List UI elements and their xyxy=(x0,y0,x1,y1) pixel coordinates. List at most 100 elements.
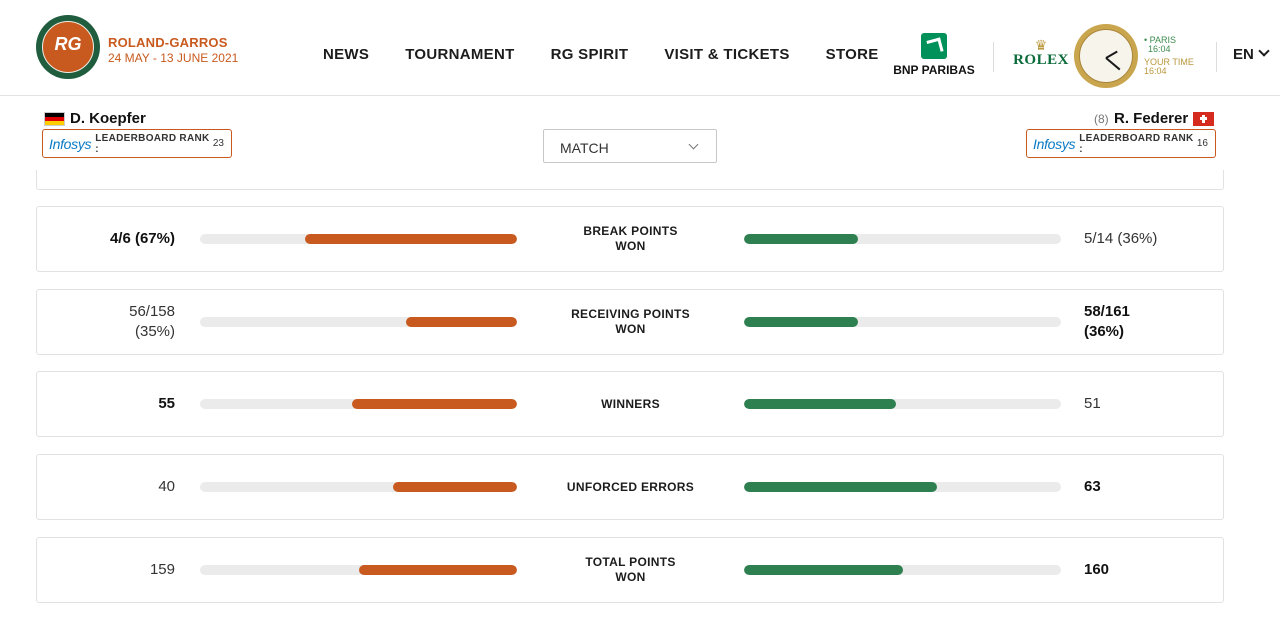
stat-left-bar xyxy=(200,482,517,492)
stat-left-value: 56/158 (35%) xyxy=(129,290,175,354)
chevron-down-icon[interactable] xyxy=(1258,45,1270,57)
clock-hand-minute xyxy=(1105,57,1121,71)
stat-left-value-text: 40 xyxy=(158,478,175,495)
stat-right-value-sub: (36%) xyxy=(1084,323,1125,340)
rolex-clock xyxy=(1074,24,1138,88)
stat-label-line: WON xyxy=(615,239,646,253)
stat-row: 4/6 (67%) BREAK POINTS WON 5/14 (36%) xyxy=(36,206,1224,272)
bnp-sponsor-name: BNP PARIBAS xyxy=(893,63,975,77)
stat-right-bar xyxy=(744,399,1061,409)
stat-row: 40 UNFORCED ERRORS 63 xyxy=(36,454,1224,520)
infosys-logo: Infosys xyxy=(49,135,92,152)
stat-right-bar-fill xyxy=(744,399,897,409)
language-selector[interactable]: EN xyxy=(1233,46,1254,63)
bnp-logo-icon xyxy=(921,33,947,59)
stat-left-bar-fill xyxy=(304,234,517,244)
player-right-name[interactable]: R. Federer xyxy=(1114,110,1188,127)
stat-right-value: 5/14 (36%) xyxy=(1084,207,1157,271)
stat-label-line: WON xyxy=(615,322,646,336)
stat-left-value-sub: (35%) xyxy=(134,323,175,340)
bnp-paribas-sponsor[interactable]: BNP PARIBAS xyxy=(888,33,980,77)
stat-label: WINNERS xyxy=(557,372,704,436)
stat-right-value-text: 5/14 (36%) xyxy=(1084,230,1158,247)
crown-icon: ♛ xyxy=(1034,37,1048,53)
player-right-rank-badge: Infosys LEADERBOARD RANK : 16 xyxy=(1026,129,1216,158)
rank-value: 23 xyxy=(212,138,224,149)
stat-left-bar-fill xyxy=(358,565,517,575)
stat-right-bar-fill xyxy=(744,317,859,327)
stat-left-bar xyxy=(200,565,517,575)
stat-left-value-text: 56/158 xyxy=(129,303,175,320)
stat-label-line: WINNERS xyxy=(601,396,660,411)
rank-label: LEADERBOARD RANK : xyxy=(1079,132,1194,155)
paris-time: 16:04 xyxy=(1148,44,1171,54)
stat-left-value: 55 xyxy=(158,372,175,436)
player-left-name[interactable]: D. Koepfer xyxy=(70,110,146,127)
rank-value: 16 xyxy=(1196,138,1208,149)
germany-flag-icon xyxy=(44,112,65,126)
stat-right-value-text: 58/161 xyxy=(1084,303,1130,320)
stat-left-bar xyxy=(200,317,517,327)
stat-right-bar xyxy=(744,565,1061,575)
stat-right-bar-fill xyxy=(744,565,903,575)
stat-label-line: UNFORCED ERRORS xyxy=(566,479,695,494)
player-right-seed: (8) xyxy=(1094,112,1109,126)
stat-left-value-text: 159 xyxy=(149,561,175,578)
stat-right-bar xyxy=(744,234,1061,244)
player-left-rank-badge: Infosys LEADERBOARD RANK : 23 xyxy=(42,129,232,158)
clock-hand-hour xyxy=(1105,50,1118,59)
rolex-sponsor[interactable]: ♛ ROLEX xyxy=(1011,38,1071,69)
stat-left-value-text: 55 xyxy=(158,395,175,412)
infosys-logo: Infosys xyxy=(1033,135,1076,152)
previous-stat-card xyxy=(36,170,1224,190)
nav-news[interactable]: NEWS xyxy=(323,46,369,63)
clock-face xyxy=(1079,29,1133,83)
stat-right-value-text: 160 xyxy=(1084,561,1110,578)
stat-right-bar-fill xyxy=(744,234,859,244)
brand-name: ROLAND-GARROS xyxy=(108,35,228,50)
stat-label: BREAK POINTS WON xyxy=(557,207,704,271)
stat-left-value: 159 xyxy=(150,538,175,602)
stat-right-bar-fill xyxy=(744,482,938,492)
rolex-sponsor-name: ROLEX xyxy=(1013,52,1069,68)
nav-visit-tickets[interactable]: VISIT & TICKETS xyxy=(664,46,789,63)
stat-right-bar xyxy=(744,482,1061,492)
your-time: 16:04 xyxy=(1144,66,1167,76)
stat-label-line: TOTAL POINTS xyxy=(585,555,676,569)
stat-left-value: 4/6 (67%) xyxy=(110,207,175,271)
stat-left-value-text: 4/6 (67%) xyxy=(109,230,175,247)
tournament-dates: 24 MAY - 13 JUNE 2021 xyxy=(108,51,239,65)
stat-left-bar-fill xyxy=(406,317,517,327)
header-divider xyxy=(993,42,994,72)
rank-label: LEADERBOARD RANK : xyxy=(95,132,210,155)
logo-monogram: RG xyxy=(54,34,82,54)
stat-label-line: WON xyxy=(615,570,646,584)
main-nav: NEWS TOURNAMENT RG SPIRIT VISIT & TICKET… xyxy=(305,46,897,63)
stat-right-value: 63 xyxy=(1084,455,1101,519)
stat-row: 159 TOTAL POINTS WON 160 xyxy=(36,537,1224,603)
stat-left-bar xyxy=(200,399,517,409)
stat-row: 55 WINNERS 51 xyxy=(36,371,1224,437)
switzerland-flag-icon xyxy=(1193,112,1214,126)
stat-left-bar-fill xyxy=(352,399,517,409)
stat-right-value: 160 xyxy=(1084,538,1109,602)
logo-emblem: RG xyxy=(42,21,94,73)
nav-rg-spirit[interactable]: RG SPIRIT xyxy=(551,46,629,63)
stat-label: TOTAL POINTS WON xyxy=(557,538,704,602)
stat-left-value: 40 xyxy=(158,455,175,519)
nav-store[interactable]: STORE xyxy=(826,46,879,63)
brand-block[interactable]: ROLAND-GARROS 24 MAY - 13 JUNE 2021 xyxy=(108,35,238,65)
stat-label: RECEIVING POINTS WON xyxy=(557,290,704,354)
stat-label-line: RECEIVING POINTS xyxy=(571,307,690,321)
stat-left-bar xyxy=(200,234,517,244)
stat-right-bar xyxy=(744,317,1061,327)
stat-right-value: 58/161 (36%) xyxy=(1084,290,1130,354)
stat-row: 56/158 (35%) RECEIVING POINTS WON 58/161 (36%… xyxy=(36,289,1224,355)
stat-label: UNFORCED ERRORS xyxy=(557,455,704,519)
nav-tournament[interactable]: TOURNAMENT xyxy=(405,46,514,63)
site-header: RG ROLAND-GARROS 24 MAY - 13 JUNE 2021 N… xyxy=(0,0,1280,96)
header-divider xyxy=(1216,42,1217,72)
roland-garros-logo[interactable]: RG xyxy=(36,15,100,79)
time-readout: • PARIS 16:04 YOUR TIME 16:04 xyxy=(1144,36,1194,76)
select-value: MATCH xyxy=(560,140,609,156)
